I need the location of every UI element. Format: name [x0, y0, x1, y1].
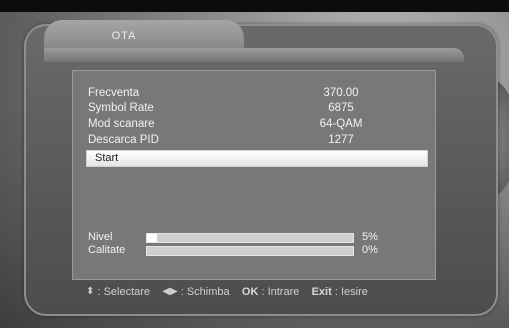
nivel-label: Nivel [88, 231, 113, 243]
nivel-bar-fill [147, 234, 158, 242]
field-value: 64-QAM [319, 118, 363, 130]
start-button[interactable]: Start [86, 150, 428, 167]
field-value: 370.00 [323, 87, 359, 99]
start-label: Start [95, 152, 119, 164]
nivel-bar [146, 233, 354, 243]
hint-ok-label: : Intrare [261, 286, 300, 299]
field-label: Mod scanare [88, 118, 155, 130]
header-band [44, 48, 464, 62]
hint-exit-label: : Iesire [334, 286, 368, 299]
top-border [0, 0, 509, 12]
footer-hints: ⬍ : Selectare ◀▶ : Schimba OK : Intrare … [86, 284, 446, 300]
field-row-symbol-rate[interactable]: Symbol Rate 6875 [88, 101, 398, 115]
field-row-descarca-pid[interactable]: Descarca PID 1277 [88, 133, 398, 147]
field-label: Symbol Rate [88, 102, 154, 114]
calitate-bar [146, 246, 354, 256]
left-right-arrows-icon: ◀▶ [162, 286, 178, 298]
up-down-arrows-icon: ⬍ [86, 286, 95, 298]
hint-change-label: : Schimba [180, 286, 230, 299]
calitate-label: Calitate [88, 244, 126, 256]
field-label: Frecventa [88, 87, 140, 99]
field-label: Descarca PID [88, 134, 159, 146]
hint-select-label: : Selectare [97, 286, 151, 299]
field-row-mod-scanare[interactable]: Mod scanare 64-QAM [88, 117, 398, 131]
window-title: OTA [111, 30, 137, 42]
field-row-frecventa[interactable]: Frecventa 370.00 [88, 86, 398, 100]
ok-key: OK [241, 286, 259, 299]
field-value: 1277 [328, 134, 354, 146]
exit-key: Exit [311, 286, 332, 299]
calitate-value: 0% [362, 244, 378, 256]
nivel-value: 5% [362, 231, 378, 243]
field-value: 6875 [328, 102, 354, 114]
